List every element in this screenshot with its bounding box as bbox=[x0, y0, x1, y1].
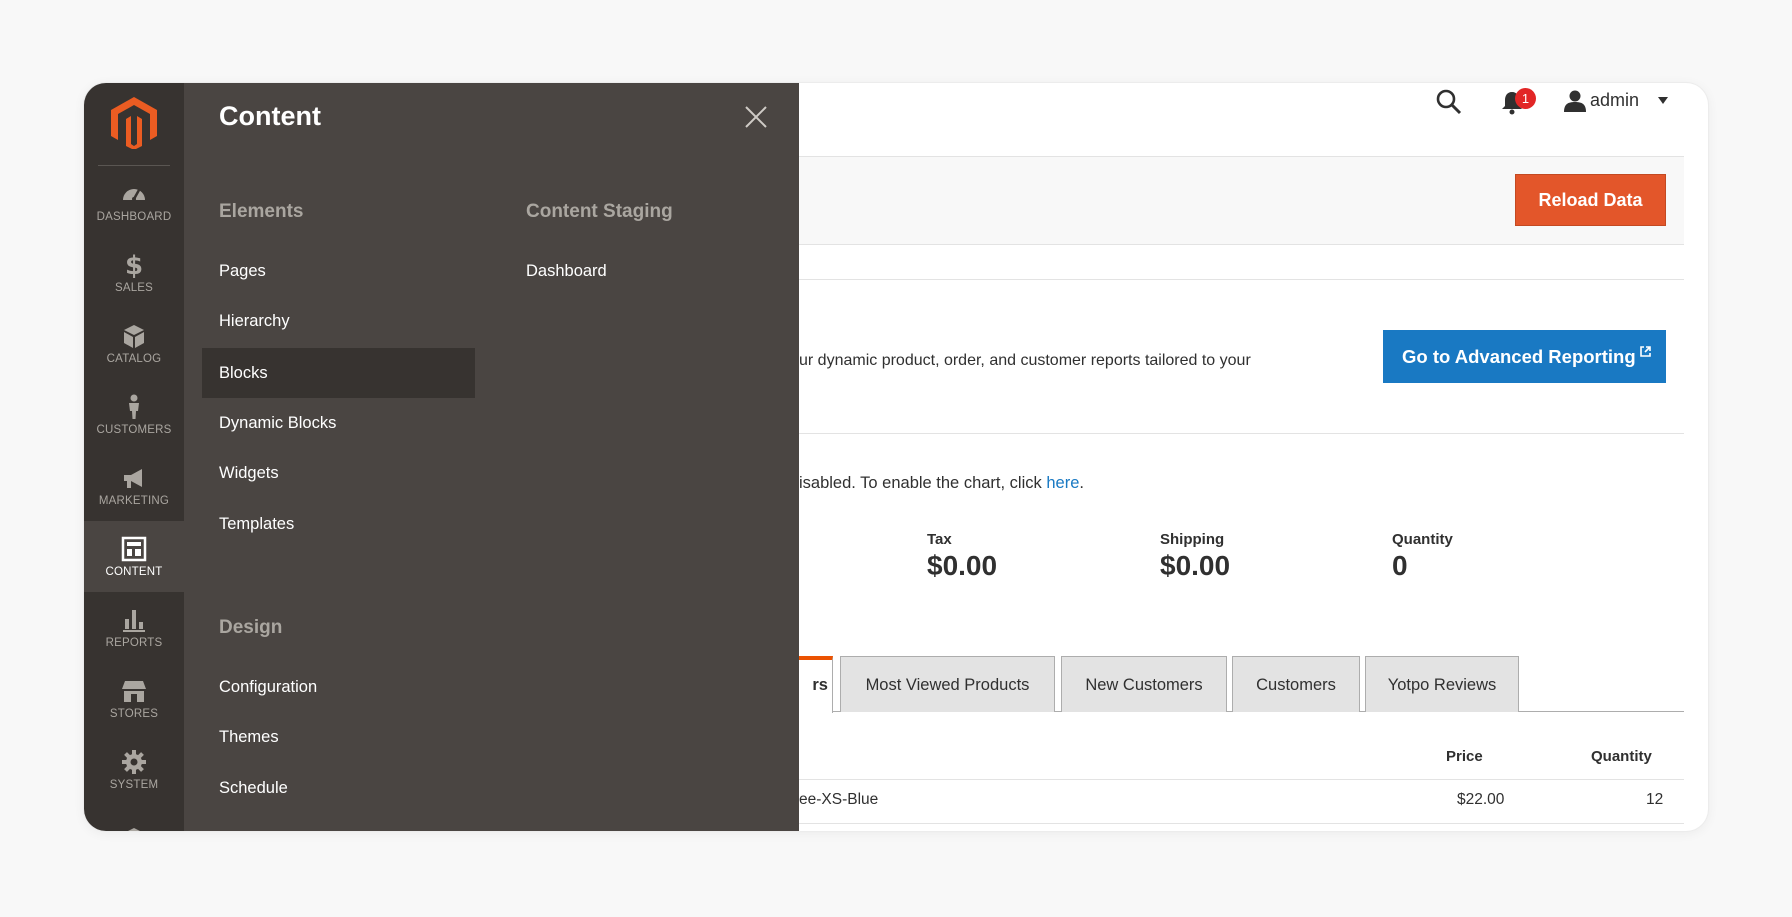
nav-item-more[interactable] bbox=[84, 805, 184, 831]
stat-quantity: Quantity 0 bbox=[1392, 531, 1453, 582]
nav-label: CATALOG bbox=[106, 352, 162, 365]
chart-message-end: . bbox=[1079, 474, 1084, 492]
nav-item-stores[interactable]: STORES bbox=[84, 663, 184, 734]
tab-active[interactable]: rs bbox=[799, 656, 833, 713]
divider bbox=[799, 433, 1684, 434]
group-title-design: Design bbox=[219, 617, 283, 638]
menu-link-themes[interactable]: Themes bbox=[202, 712, 475, 762]
advanced-reporting-text: ur dynamic product, order, and customer … bbox=[799, 352, 1251, 369]
tab-active-label: rs bbox=[812, 676, 828, 694]
menu-link-configuration[interactable]: Configuration bbox=[202, 662, 475, 712]
chart-message-text: isabled. To enable the chart, click bbox=[799, 474, 1047, 492]
bar-chart-icon bbox=[123, 609, 145, 632]
nav-item-marketing[interactable]: MARKETING bbox=[84, 450, 184, 521]
nav-label: DASHBOARD bbox=[96, 210, 172, 223]
admin-username[interactable]: admin bbox=[1590, 90, 1639, 111]
enable-chart-link[interactable]: here bbox=[1046, 474, 1079, 492]
reload-data-button[interactable]: Reload Data bbox=[1515, 174, 1666, 226]
menu-link-templates[interactable]: Templates bbox=[202, 499, 475, 549]
table-cell-quantity: 12 bbox=[1646, 791, 1664, 808]
table-header-divider bbox=[799, 779, 1684, 780]
app-window: DASHBOARD $ SALES CATALOG CUSTOMERS MARK… bbox=[84, 83, 1708, 831]
content-menu-panel: Content Elements Pages Hierarchy Blocks … bbox=[184, 83, 799, 831]
nav-label: CONTENT bbox=[105, 565, 163, 578]
menu-link-pages[interactable]: Pages bbox=[202, 246, 475, 296]
nav-item-catalog[interactable]: CATALOG bbox=[84, 308, 184, 379]
table-cell-price: $22.00 bbox=[1457, 791, 1505, 808]
menu-link-widgets[interactable]: Widgets bbox=[202, 448, 475, 498]
megaphone-icon bbox=[124, 468, 142, 488]
nav-label: REPORTS bbox=[105, 636, 163, 649]
nav-label: STORES bbox=[109, 707, 159, 720]
external-link-icon bbox=[1639, 346, 1651, 357]
nav-item-system[interactable]: SYSTEM bbox=[84, 734, 184, 805]
stat-label: Quantity bbox=[1392, 531, 1453, 548]
tab-most-viewed-products[interactable]: Most Viewed Products bbox=[840, 656, 1055, 712]
admin-sidebar: DASHBOARD $ SALES CATALOG CUSTOMERS MARK… bbox=[84, 83, 184, 831]
nav-item-sales[interactable]: $ SALES bbox=[84, 237, 184, 308]
nav-item-customers[interactable]: CUSTOMERS bbox=[84, 379, 184, 450]
table-cell-product[interactable]: ee-XS-Blue bbox=[799, 791, 878, 809]
table-row-divider bbox=[799, 823, 1684, 824]
user-icon[interactable] bbox=[1563, 89, 1587, 113]
cube-icon bbox=[127, 827, 141, 831]
menu-link-staging-dashboard[interactable]: Dashboard bbox=[509, 246, 759, 296]
dashboard-gauge-icon bbox=[123, 188, 145, 201]
stat-value: $0.00 bbox=[1160, 550, 1231, 581]
advanced-reporting-button-label: Go to Advanced Reporting bbox=[1402, 346, 1636, 367]
gear-icon bbox=[122, 749, 146, 774]
dollar-icon: $ bbox=[125, 252, 143, 278]
nav-label: SYSTEM bbox=[109, 778, 159, 791]
notification-count-badge[interactable]: 1 bbox=[1515, 88, 1536, 109]
person-icon bbox=[129, 394, 139, 419]
magento-logo-icon[interactable] bbox=[111, 97, 157, 149]
dashboard-main: 1 admin Reload Data ur dynamic product, … bbox=[799, 83, 1708, 831]
stat-shipping: Shipping $0.00 bbox=[1160, 531, 1230, 582]
nav-label: CUSTOMERS bbox=[96, 423, 172, 436]
column-header-quantity: Quantity bbox=[1591, 748, 1652, 765]
chevron-down-icon[interactable] bbox=[1658, 97, 1668, 105]
stat-label: Tax bbox=[927, 531, 952, 548]
nav-item-content[interactable]: CONTENT bbox=[84, 521, 184, 592]
column-header-price: Price bbox=[1446, 748, 1483, 765]
menu-link-hierarchy[interactable]: Hierarchy bbox=[202, 296, 475, 346]
stat-value: $0.00 bbox=[927, 550, 998, 581]
advanced-reporting-button[interactable]: Go to Advanced Reporting bbox=[1383, 330, 1666, 383]
chart-disabled-message: isabled. To enable the chart, click here… bbox=[799, 474, 1084, 493]
nav-label: MARKETING bbox=[98, 494, 170, 507]
stat-value: 0 bbox=[1392, 550, 1408, 581]
nav-item-dashboard[interactable]: DASHBOARD bbox=[84, 166, 184, 237]
menu-link-dynamic-blocks[interactable]: Dynamic Blocks bbox=[202, 398, 475, 448]
group-title-elements: Elements bbox=[219, 201, 304, 222]
layout-icon bbox=[121, 536, 147, 561]
divider bbox=[799, 279, 1684, 280]
group-title-content-staging: Content Staging bbox=[526, 201, 673, 222]
nav-item-reports[interactable]: REPORTS bbox=[84, 592, 184, 663]
menu-link-blocks[interactable]: Blocks bbox=[202, 348, 475, 398]
menu-link-schedule[interactable]: Schedule bbox=[202, 763, 475, 813]
tab-new-customers[interactable]: New Customers bbox=[1061, 656, 1227, 712]
search-icon[interactable] bbox=[1435, 88, 1463, 116]
storefront-icon bbox=[122, 680, 146, 702]
svg-text:$: $ bbox=[125, 252, 143, 278]
stat-tax: Tax $0.00 bbox=[927, 531, 997, 582]
tab-customers[interactable]: Customers bbox=[1232, 656, 1360, 712]
nav-label: SALES bbox=[114, 281, 154, 294]
box-icon bbox=[124, 324, 144, 348]
panel-title: Content bbox=[219, 101, 321, 131]
close-icon[interactable] bbox=[742, 103, 770, 131]
stat-label: Shipping bbox=[1160, 531, 1225, 548]
tab-yotpo-reviews[interactable]: Yotpo Reviews bbox=[1365, 656, 1519, 712]
